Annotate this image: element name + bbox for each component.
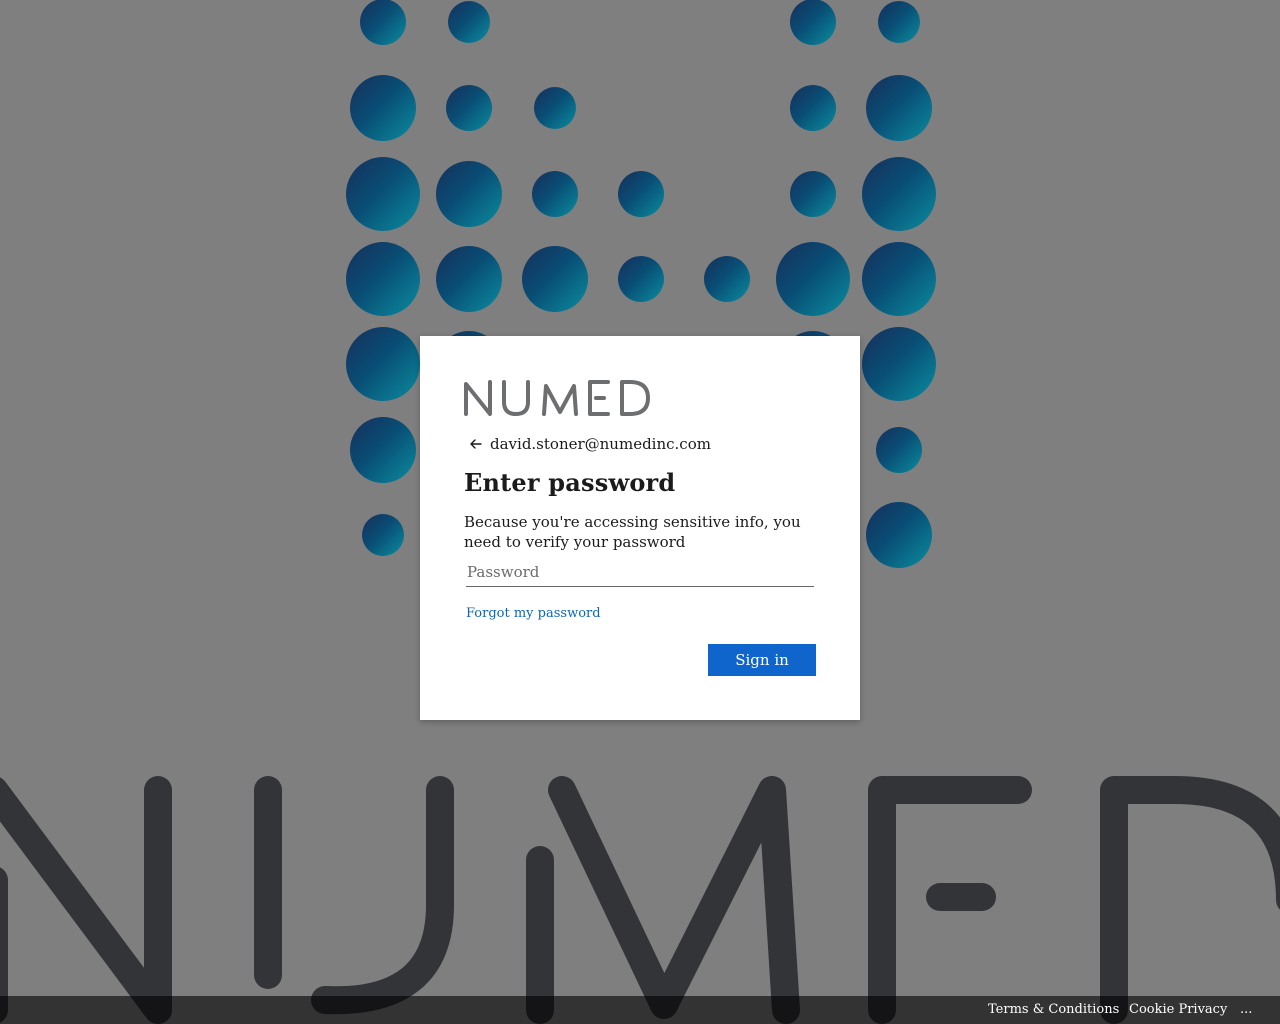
arrow-left-icon[interactable] (464, 432, 488, 456)
terms-link[interactable]: Terms & Conditions (988, 1002, 1119, 1017)
watermark-logo (0, 776, 1280, 1024)
numed-logo (464, 380, 650, 416)
page-title: Enter password (464, 468, 676, 497)
sign-in-card: david.stoner@numedinc.com Enter password… (420, 336, 860, 720)
account-email: david.stoner@numedinc.com (490, 435, 711, 453)
privacy-link[interactable]: Cookie Privacy (1129, 1002, 1227, 1017)
identity-banner[interactable]: david.stoner@numedinc.com (464, 432, 711, 456)
password-input[interactable] (466, 558, 814, 587)
sign-in-button[interactable]: Sign in (708, 644, 816, 676)
footer-bar: Terms & Conditions Cookie Privacy ... (0, 996, 1280, 1024)
forgot-password-link[interactable]: Forgot my password (466, 606, 601, 621)
verification-description: Because you're accessing sensitive info,… (464, 513, 801, 551)
more-options-button[interactable]: ... (1240, 1002, 1252, 1017)
